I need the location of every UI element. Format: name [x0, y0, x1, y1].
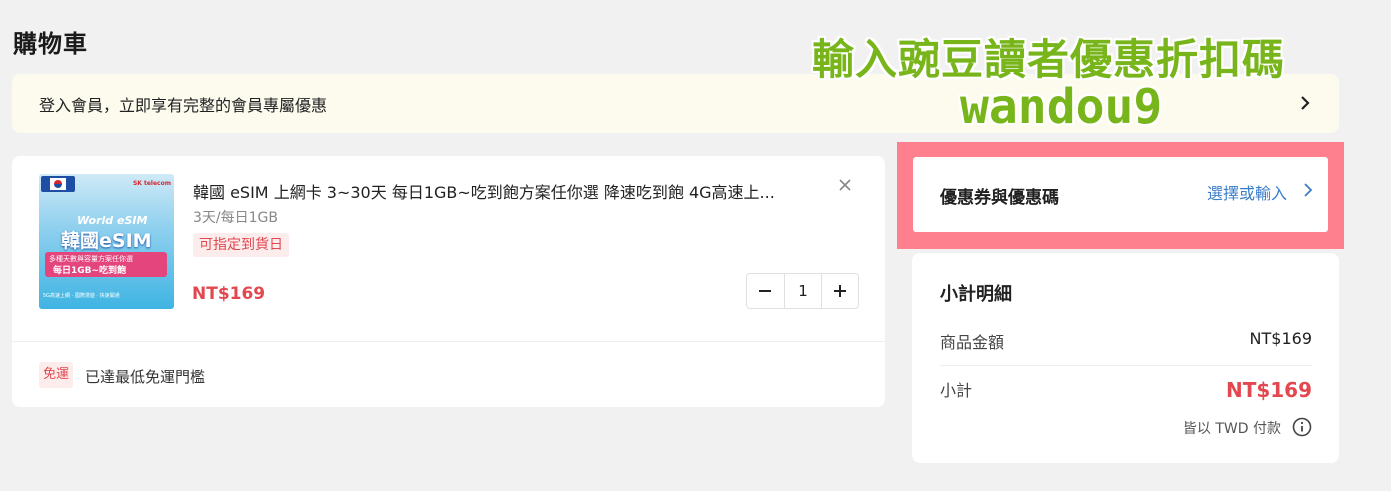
divider	[940, 365, 1312, 366]
product-thumbnail[interactable]: SK telecom World eSIM 韓國eSIM 多種天數與容量方案任你…	[39, 174, 174, 309]
free-shipping-text: 已達最低免運門檻	[85, 368, 206, 386]
coupon-card[interactable]: 優惠券與優惠碼 選擇或輸入	[913, 157, 1328, 232]
thumbnail-product-name: 韓國eSIM	[61, 230, 152, 252]
summary-title: 小計明細	[940, 284, 1012, 305]
promo-overlay-title: 輸入豌豆讀者優惠折扣碼	[812, 35, 1286, 84]
promo-overlay-code: wandou9	[960, 79, 1163, 135]
chevron-right-icon	[1301, 96, 1310, 110]
product-title[interactable]: 韓國 eSIM 上網卡 3~30天 每日1GB~吃到飽方案任你選 降速吃到飽 4…	[193, 179, 833, 203]
chevron-right-icon	[1304, 183, 1313, 197]
korea-flag-icon	[41, 176, 75, 192]
close-icon[interactable]	[838, 178, 852, 192]
quantity-value[interactable]: 1	[784, 274, 822, 308]
cart-item-card: SK telecom World eSIM 韓國eSIM 多種天數與容量方案任你…	[12, 156, 885, 407]
items-amount-value: NT$169	[1249, 329, 1312, 348]
plus-icon[interactable]	[822, 274, 858, 308]
items-amount-label: 商品金額	[940, 333, 1005, 352]
product-price: NT$169	[192, 284, 266, 304]
free-shipping-badge: 免運	[39, 362, 74, 388]
minus-icon[interactable]	[747, 274, 783, 308]
currency-note: 皆以 TWD 付款	[1182, 421, 1281, 437]
login-banner-text: 登入會員，立即享有完整的會員專屬優惠	[39, 96, 328, 115]
thumbnail-brand: SK telecom	[132, 180, 171, 187]
coupon-select-link[interactable]: 選擇或輸入	[1207, 180, 1287, 204]
product-spec: 3天/每日1GB	[193, 210, 278, 226]
subtotal-value: NT$169	[1225, 378, 1312, 402]
divider	[12, 341, 885, 342]
page-title: 購物車	[13, 30, 88, 58]
thumbnail-footer: 5G高速上網 · 國際漫遊 · 快速開通	[43, 293, 120, 299]
subtotal-label: 小計	[940, 381, 973, 400]
quantity-stepper: 1	[746, 273, 859, 309]
info-icon[interactable]	[1292, 417, 1312, 437]
delivery-date-badge: 可指定到貨日	[193, 233, 289, 257]
thumbnail-band-line2: 每日1GB~吃到飽	[53, 266, 127, 276]
summary-card: 小計明細 商品金額 NT$169 小計 NT$169 皆以 TWD 付款	[912, 253, 1339, 463]
coupon-title: 優惠券與優惠碼	[940, 188, 1059, 208]
